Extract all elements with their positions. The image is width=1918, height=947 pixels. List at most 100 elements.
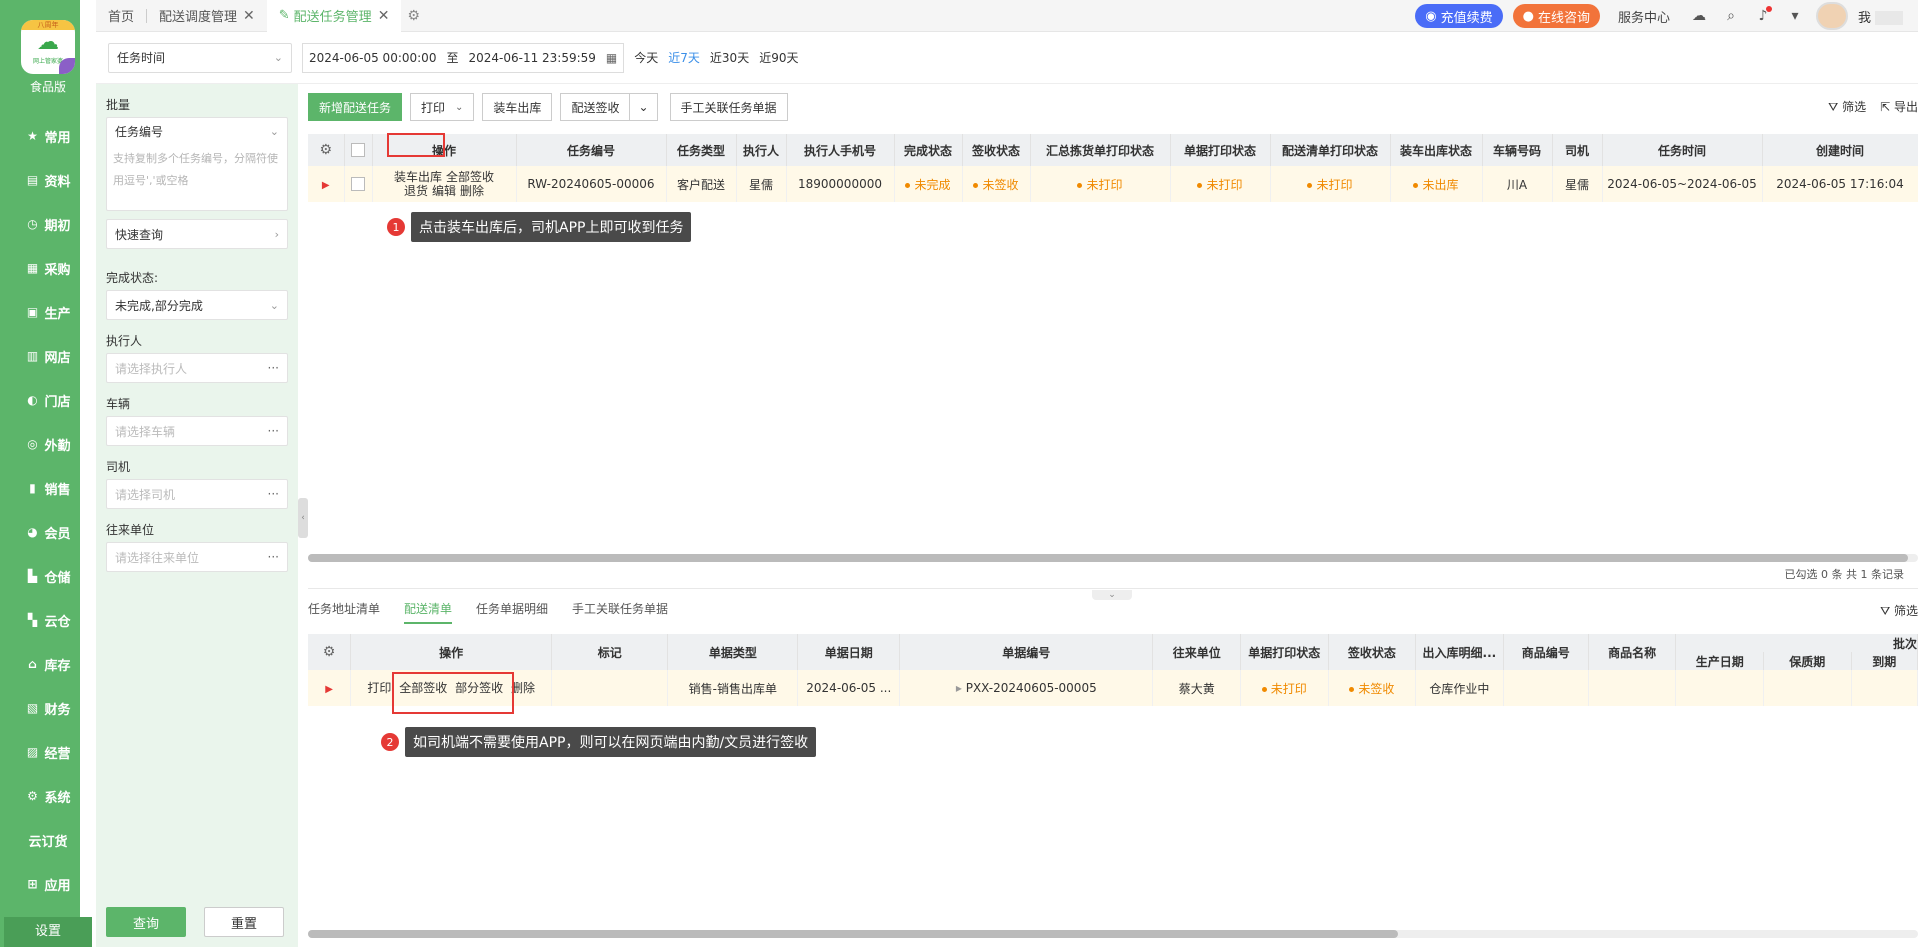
expand-row-icon[interactable]: ▶ <box>308 166 345 202</box>
quick-date-30days[interactable]: 近30天 <box>710 49 749 66</box>
col-mark[interactable]: 标记 <box>551 634 669 670</box>
delete-link[interactable]: 删除 <box>511 681 535 695</box>
panel-collapse-handle[interactable]: ‹ <box>298 498 308 538</box>
col-ops[interactable]: 操作 <box>350 634 553 670</box>
more-icon[interactable]: ··· <box>268 550 279 564</box>
time-type-select[interactable]: 任务时间 ⌄ <box>108 42 292 73</box>
date-range-picker[interactable]: 2024-06-05 00:00:00 至 2024-06-11 23:59:5… <box>302 42 625 73</box>
tab-settings-gear-icon[interactable]: ⚙ <box>407 8 420 24</box>
edit-link[interactable]: 编辑 <box>432 184 456 198</box>
quick-date-7days[interactable]: 近7天 <box>668 49 700 66</box>
tab-task-address-list[interactable]: 任务地址清单 <box>308 594 380 624</box>
more-icon[interactable]: ··· <box>268 361 279 375</box>
col-doc-no[interactable]: 单据编号 <box>899 634 1154 670</box>
tab-dispatch-management[interactable]: 配送调度管理 ✕ <box>147 0 267 32</box>
delivery-sign-button[interactable]: 配送签收 <box>560 93 631 121</box>
nav-item-finance[interactable]: ▧ 财务 <box>0 686 96 730</box>
partial-sign-link[interactable]: 部分签收 <box>455 681 503 695</box>
col-driver[interactable]: 司机 <box>1552 134 1603 166</box>
avatar[interactable] <box>1816 2 1848 30</box>
col-product-name[interactable]: 商品名称 <box>1588 634 1677 670</box>
col-ops[interactable]: 操作 <box>372 134 517 166</box>
nav-item-business[interactable]: ▨ 经营 <box>0 730 96 774</box>
column-settings-gear-icon[interactable]: ⚙ <box>308 634 352 670</box>
executor-input[interactable]: 请选择执行人 ··· <box>106 353 288 383</box>
nav-item-inventory[interactable]: ⌂ 库存 <box>0 642 96 686</box>
nav-item-data[interactable]: ▤ 资料 <box>0 158 96 202</box>
return-link[interactable]: 退货 <box>404 184 428 198</box>
reset-button[interactable]: 重置 <box>204 907 284 937</box>
col-sign-status[interactable]: 签收状态 <box>1328 634 1417 670</box>
tab-delivery-task-management[interactable]: ✎ 配送任务管理 ✕ <box>266 0 402 32</box>
vehicle-input[interactable]: 请选择车辆 ··· <box>106 416 288 446</box>
col-shelf-life[interactable]: 保质期 <box>1763 652 1852 670</box>
service-center-link[interactable]: 服务中心 <box>1610 7 1678 26</box>
nav-item-field[interactable]: ◎ 外勤 <box>0 422 96 466</box>
tab-manual-linked-docs[interactable]: 手工关联任务单据 <box>572 594 668 624</box>
col-sign-status[interactable]: 签收状态 <box>962 134 1031 166</box>
task-table-scrollbar[interactable] <box>308 554 1918 562</box>
delivery-sign-dropdown[interactable]: ⌄ <box>630 93 658 121</box>
nav-item-store[interactable]: ◐ 门店 <box>0 378 96 422</box>
nav-item-production[interactable]: ▣ 生产 <box>0 290 96 334</box>
scrollbar-thumb[interactable] <box>308 554 1908 562</box>
row-checkbox[interactable] <box>344 166 373 202</box>
nav-item-system[interactable]: ⚙ 系统 <box>0 774 96 818</box>
table-row[interactable]: ▶ 装车出库 全部签收 退货 编辑 删除 RW-20240605-00006 客户配送… <box>308 166 1918 202</box>
manual-link-task-docs-button[interactable]: 手工关联任务单据 <box>669 93 788 121</box>
col-io-detail[interactable]: 出入库明细... <box>1415 634 1504 670</box>
detail-filter-button[interactable]: ⛛ 筛选 <box>1880 602 1918 619</box>
col-task-time[interactable]: 任务时间 <box>1602 134 1763 166</box>
nav-item-apps[interactable]: ⊞ 应用 <box>0 862 96 906</box>
col-doc-print-status[interactable]: 单据打印状态 <box>1170 134 1271 166</box>
select-all-checkbox[interactable] <box>344 134 373 166</box>
query-button[interactable]: 查询 <box>106 907 186 937</box>
filter-button[interactable]: ⛛ 筛选 <box>1828 98 1866 115</box>
col-task-no[interactable]: 任务编号 <box>516 134 667 166</box>
delivery-table-scrollbar[interactable] <box>308 930 1918 938</box>
load-out-button[interactable]: 装车出库 <box>482 93 553 121</box>
col-pick-print-status[interactable]: 汇总拣货单打印状态 <box>1030 134 1171 166</box>
bell-icon[interactable]: ♪ <box>1752 5 1774 27</box>
scrollbar-thumb[interactable] <box>308 930 1398 938</box>
col-complete-status[interactable]: 完成状态 <box>894 134 963 166</box>
col-product-code[interactable]: 商品编号 <box>1503 634 1589 670</box>
table-row[interactable]: ▶ 打印 全部签收 部分签收 删除 销售-销售出库单 2024-06-05 ..… <box>308 670 1918 706</box>
nav-item-purchase[interactable]: ▦ 采购 <box>0 246 96 290</box>
recharge-button[interactable]: ◉ 充值续费 <box>1415 4 1503 28</box>
more-icon[interactable]: ··· <box>268 424 279 438</box>
expand-row-icon[interactable]: ▶ <box>308 670 352 706</box>
chevron-down-icon[interactable]: ⌄ <box>1092 590 1132 600</box>
status-select[interactable]: 未完成,部分完成 ⌄ <box>106 290 288 320</box>
nav-item-cloud-warehouse[interactable]: ▚ 云仓 <box>0 598 96 642</box>
col-doc-print-status[interactable]: 单据打印状态 <box>1240 634 1329 670</box>
batch-field-select[interactable]: 任务编号 ⌄ <box>107 118 287 144</box>
batch-textarea[interactable]: 支持复制多个任务编号，分隔符使用逗号','或空格 <box>107 144 287 210</box>
sign-all-link[interactable]: 全部签收 <box>446 170 494 184</box>
export-button[interactable]: ⇱ 导出 <box>1880 98 1918 115</box>
col-partner[interactable]: 往来单位 <box>1152 634 1241 670</box>
print-link[interactable]: 打印 <box>367 681 391 695</box>
nav-item-common[interactable]: ★ 常用 <box>0 114 96 158</box>
settings-button[interactable]: 设置 <box>4 917 92 947</box>
chevron-down-icon[interactable]: ▾ <box>1784 5 1806 27</box>
delete-link[interactable]: 删除 <box>460 184 484 198</box>
caret-right-icon[interactable]: ▸ <box>956 681 962 695</box>
tab-home[interactable]: 首页 <box>96 0 146 32</box>
col-list-print-status[interactable]: 配送清单打印状态 <box>1270 134 1391 166</box>
print-dropdown[interactable]: 打印 ⌄ <box>410 93 475 121</box>
sign-all-link[interactable]: 全部签收 <box>399 681 447 695</box>
tab-task-doc-detail[interactable]: 任务单据明细 <box>476 594 548 624</box>
tab-delivery-list[interactable]: 配送清单 <box>404 594 453 624</box>
col-production-date[interactable]: 生产日期 <box>1675 652 1764 670</box>
user-name[interactable]: 我 <box>1858 7 1908 26</box>
load-out-link[interactable]: 装车出库 <box>394 170 442 184</box>
col-executor[interactable]: 执行人 <box>736 134 787 166</box>
nav-item-online-shop[interactable]: ▥ 网店 <box>0 334 96 378</box>
nav-item-member[interactable]: ◕ 会员 <box>0 510 96 554</box>
online-consult-button[interactable]: ● 在线咨询 <box>1512 4 1600 28</box>
nav-item-cloud-order[interactable]: 云订货 <box>0 818 96 862</box>
driver-input[interactable]: 请选择司机 ··· <box>106 479 288 509</box>
close-icon[interactable]: ✕ <box>243 8 255 24</box>
col-phone[interactable]: 执行人手机号 <box>786 134 895 166</box>
